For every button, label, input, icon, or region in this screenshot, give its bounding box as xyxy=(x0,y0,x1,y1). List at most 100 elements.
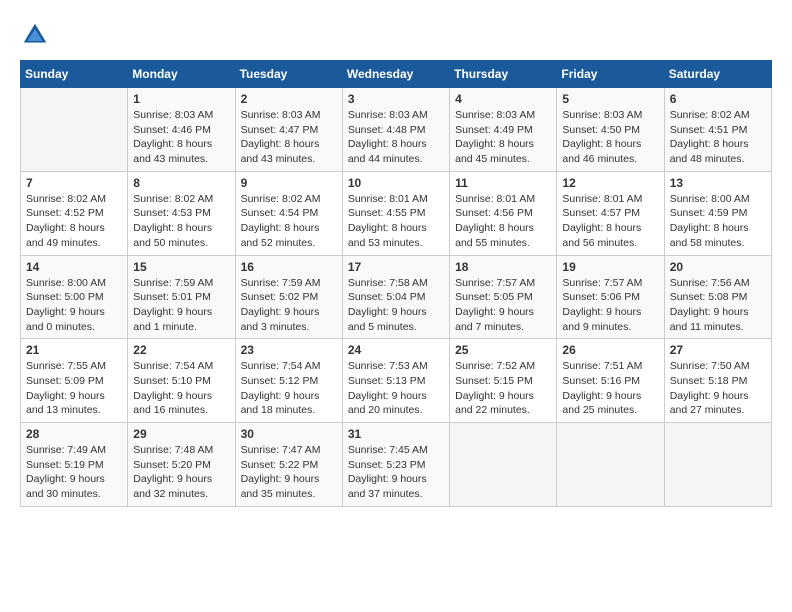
calendar-cell: 9 Sunrise: 8:02 AMSunset: 4:54 PMDaylight… xyxy=(235,171,342,255)
day-header-monday: Monday xyxy=(128,61,235,88)
day-info: Sunrise: 7:49 AMSunset: 5:19 PMDaylight:… xyxy=(26,443,122,502)
day-number: 20 xyxy=(670,260,766,274)
day-header-tuesday: Tuesday xyxy=(235,61,342,88)
day-info: Sunrise: 8:00 AMSunset: 4:59 PMDaylight:… xyxy=(670,192,766,251)
day-info: Sunrise: 8:01 AMSunset: 4:56 PMDaylight:… xyxy=(455,192,551,251)
calendar-cell: 14Sunrise: 8:00 AMSunset: 5:00 PMDayligh… xyxy=(21,255,128,339)
calendar-cell xyxy=(21,88,128,172)
calendar-cell: 26 Sunrise: 7:51 AMSunset: 5:16 PMDayligh… xyxy=(557,339,664,423)
calendar-cell: 23 Sunrise: 7:54 AMSunset: 5:12 PMDayligh… xyxy=(235,339,342,423)
day-number: 22 xyxy=(133,343,229,357)
day-number: 25 xyxy=(455,343,551,357)
calendar-cell: 8Sunrise: 8:02 AMSunset: 4:53 PMDaylight… xyxy=(128,171,235,255)
calendar-cell xyxy=(450,423,557,507)
calendar-cell: 25Sunrise: 7:52 AMSunset: 5:15 PMDayligh… xyxy=(450,339,557,423)
calendar-cell xyxy=(664,423,771,507)
calendar-cell: 18 Sunrise: 7:57 AMSunset: 5:05 PMDayligh… xyxy=(450,255,557,339)
day-number: 16 xyxy=(241,260,337,274)
calendar-cell: 4 Sunrise: 8:03 AMSunset: 4:49 PMDaylight… xyxy=(450,88,557,172)
day-info: Sunrise: 8:03 AMSunset: 4:50 PMDaylight:… xyxy=(562,108,658,167)
day-header-sunday: Sunday xyxy=(21,61,128,88)
header-row: SundayMondayTuesdayWednesdayThursdayFrid… xyxy=(21,61,772,88)
calendar-cell: 15 Sunrise: 7:59 AMSunset: 5:01 PMDayligh… xyxy=(128,255,235,339)
calendar-cell: 27 Sunrise: 7:50 AMSunset: 5:18 PMDayligh… xyxy=(664,339,771,423)
day-number: 3 xyxy=(348,92,444,106)
day-number: 21 xyxy=(26,343,122,357)
day-header-thursday: Thursday xyxy=(450,61,557,88)
day-info: Sunrise: 8:02 AMSunset: 4:54 PMDaylight:… xyxy=(241,192,337,251)
week-row-3: 14Sunrise: 8:00 AMSunset: 5:00 PMDayligh… xyxy=(21,255,772,339)
day-number: 15 xyxy=(133,260,229,274)
calendar-cell: 24 Sunrise: 7:53 AMSunset: 5:13 PMDayligh… xyxy=(342,339,449,423)
calendar-cell: 21 Sunrise: 7:55 AMSunset: 5:09 PMDayligh… xyxy=(21,339,128,423)
day-info: Sunrise: 7:50 AMSunset: 5:18 PMDaylight:… xyxy=(670,359,766,418)
week-row-2: 7Sunrise: 8:02 AMSunset: 4:52 PMDaylight… xyxy=(21,171,772,255)
calendar-cell: 7Sunrise: 8:02 AMSunset: 4:52 PMDaylight… xyxy=(21,171,128,255)
day-number: 19 xyxy=(562,260,658,274)
calendar-cell: 1Sunrise: 8:03 AMSunset: 4:46 PMDaylight… xyxy=(128,88,235,172)
day-number: 24 xyxy=(348,343,444,357)
day-info: Sunrise: 7:54 AMSunset: 5:12 PMDaylight:… xyxy=(241,359,337,418)
day-info: Sunrise: 7:55 AMSunset: 5:09 PMDaylight:… xyxy=(26,359,122,418)
day-number: 12 xyxy=(562,176,658,190)
calendar-cell: 6 Sunrise: 8:02 AMSunset: 4:51 PMDaylight… xyxy=(664,88,771,172)
day-info: Sunrise: 8:02 AMSunset: 4:53 PMDaylight:… xyxy=(133,192,229,251)
day-info: Sunrise: 7:56 AMSunset: 5:08 PMDaylight:… xyxy=(670,276,766,335)
page-header xyxy=(20,20,772,50)
logo-icon xyxy=(20,20,50,50)
day-info: Sunrise: 8:02 AMSunset: 4:51 PMDaylight:… xyxy=(670,108,766,167)
day-info: Sunrise: 8:01 AMSunset: 4:57 PMDaylight:… xyxy=(562,192,658,251)
week-row-5: 28 Sunrise: 7:49 AMSunset: 5:19 PMDayligh… xyxy=(21,423,772,507)
day-info: Sunrise: 8:03 AMSunset: 4:49 PMDaylight:… xyxy=(455,108,551,167)
calendar-table: SundayMondayTuesdayWednesdayThursdayFrid… xyxy=(20,60,772,507)
day-header-friday: Friday xyxy=(557,61,664,88)
day-number: 31 xyxy=(348,427,444,441)
day-number: 27 xyxy=(670,343,766,357)
day-number: 26 xyxy=(562,343,658,357)
calendar-cell: 29 Sunrise: 7:48 AMSunset: 5:20 PMDayligh… xyxy=(128,423,235,507)
day-number: 9 xyxy=(241,176,337,190)
day-info: Sunrise: 8:00 AMSunset: 5:00 PMDaylight:… xyxy=(26,276,122,335)
calendar-cell: 3 Sunrise: 8:03 AMSunset: 4:48 PMDaylight… xyxy=(342,88,449,172)
calendar-cell: 12 Sunrise: 8:01 AMSunset: 4:57 PMDayligh… xyxy=(557,171,664,255)
day-number: 23 xyxy=(241,343,337,357)
day-info: Sunrise: 7:58 AMSunset: 5:04 PMDaylight:… xyxy=(348,276,444,335)
calendar-cell: 10 Sunrise: 8:01 AMSunset: 4:55 PMDayligh… xyxy=(342,171,449,255)
day-info: Sunrise: 7:48 AMSunset: 5:20 PMDaylight:… xyxy=(133,443,229,502)
day-info: Sunrise: 7:53 AMSunset: 5:13 PMDaylight:… xyxy=(348,359,444,418)
calendar-cell: 17 Sunrise: 7:58 AMSunset: 5:04 PMDayligh… xyxy=(342,255,449,339)
day-number: 13 xyxy=(670,176,766,190)
day-info: Sunrise: 7:57 AMSunset: 5:06 PMDaylight:… xyxy=(562,276,658,335)
day-number: 4 xyxy=(455,92,551,106)
day-info: Sunrise: 7:59 AMSunset: 5:01 PMDaylight:… xyxy=(133,276,229,335)
day-info: Sunrise: 8:03 AMSunset: 4:47 PMDaylight:… xyxy=(241,108,337,167)
day-number: 17 xyxy=(348,260,444,274)
day-number: 6 xyxy=(670,92,766,106)
day-number: 18 xyxy=(455,260,551,274)
week-row-4: 21 Sunrise: 7:55 AMSunset: 5:09 PMDayligh… xyxy=(21,339,772,423)
calendar-cell: 22Sunrise: 7:54 AMSunset: 5:10 PMDayligh… xyxy=(128,339,235,423)
calendar-cell: 28 Sunrise: 7:49 AMSunset: 5:19 PMDayligh… xyxy=(21,423,128,507)
day-number: 10 xyxy=(348,176,444,190)
calendar-cell: 19 Sunrise: 7:57 AMSunset: 5:06 PMDayligh… xyxy=(557,255,664,339)
day-info: Sunrise: 7:51 AMSunset: 5:16 PMDaylight:… xyxy=(562,359,658,418)
day-header-wednesday: Wednesday xyxy=(342,61,449,88)
day-number: 29 xyxy=(133,427,229,441)
day-number: 2 xyxy=(241,92,337,106)
day-number: 28 xyxy=(26,427,122,441)
calendar-cell: 13 Sunrise: 8:00 AMSunset: 4:59 PMDayligh… xyxy=(664,171,771,255)
day-info: Sunrise: 8:01 AMSunset: 4:55 PMDaylight:… xyxy=(348,192,444,251)
day-header-saturday: Saturday xyxy=(664,61,771,88)
day-number: 30 xyxy=(241,427,337,441)
calendar-cell: 30Sunrise: 7:47 AMSunset: 5:22 PMDayligh… xyxy=(235,423,342,507)
calendar-cell: 2 Sunrise: 8:03 AMSunset: 4:47 PMDaylight… xyxy=(235,88,342,172)
day-info: Sunrise: 8:03 AMSunset: 4:46 PMDaylight:… xyxy=(133,108,229,167)
calendar-cell: 31 Sunrise: 7:45 AMSunset: 5:23 PMDayligh… xyxy=(342,423,449,507)
day-info: Sunrise: 7:57 AMSunset: 5:05 PMDaylight:… xyxy=(455,276,551,335)
day-info: Sunrise: 7:59 AMSunset: 5:02 PMDaylight:… xyxy=(241,276,337,335)
day-info: Sunrise: 7:45 AMSunset: 5:23 PMDaylight:… xyxy=(348,443,444,502)
day-info: Sunrise: 8:03 AMSunset: 4:48 PMDaylight:… xyxy=(348,108,444,167)
calendar-cell xyxy=(557,423,664,507)
day-number: 11 xyxy=(455,176,551,190)
calendar-cell: 11 Sunrise: 8:01 AMSunset: 4:56 PMDayligh… xyxy=(450,171,557,255)
